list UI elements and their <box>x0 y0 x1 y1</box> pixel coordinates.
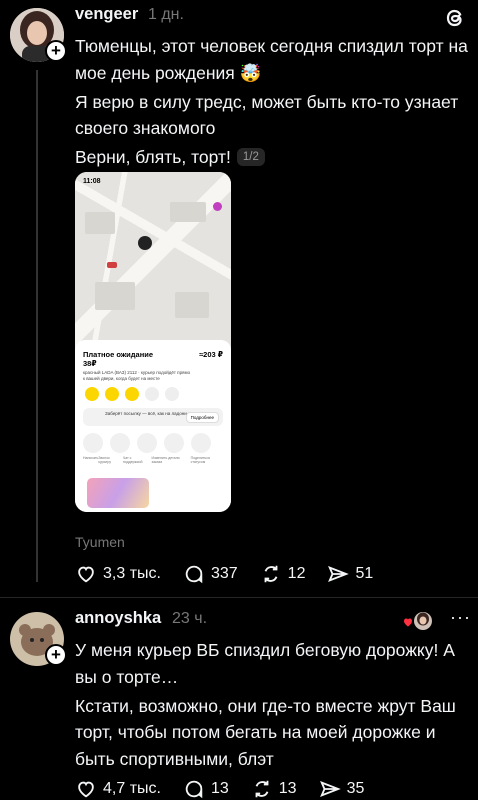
post1-paragraph-text: Верни, блять, торт! <box>75 147 231 167</box>
threads-logo-icon[interactable] <box>443 6 467 30</box>
courier-marker-icon <box>138 236 152 250</box>
repost-count: 13 <box>278 780 297 797</box>
map-building <box>95 282 135 310</box>
order-subtitle: красный LADA (ВАЗ) 2112 · курьер подойдё… <box>83 370 191 381</box>
like-button[interactable]: 3,3 тыс. <box>75 563 161 585</box>
post1-location[interactable]: Tyumen <box>75 534 125 550</box>
send-icon <box>328 565 350 583</box>
comment-icon <box>185 780 203 799</box>
heart-icon <box>78 566 94 583</box>
progress-dot <box>105 387 119 401</box>
share-button[interactable]: 35 <box>319 778 365 800</box>
progress-dot <box>165 387 179 401</box>
comment-icon <box>185 565 203 584</box>
repost-icon <box>255 780 269 798</box>
follow-plus-icon[interactable]: + <box>45 40 67 62</box>
comment-button[interactable]: 13 <box>183 778 229 800</box>
post1-paragraph: Тюменцы, этот человек сегодня спиздил то… <box>75 36 468 83</box>
repost-button[interactable]: 13 <box>251 778 297 800</box>
phone-status-time: 11:08 <box>83 178 101 185</box>
circle-label: Написать <box>83 456 99 460</box>
action-circles <box>83 433 218 453</box>
follow-plus-icon[interactable]: + <box>45 644 67 666</box>
share-count: 35 <box>346 780 365 797</box>
progress-dot <box>125 387 139 401</box>
progress-dot <box>85 387 99 401</box>
support-circle-icon <box>137 433 157 453</box>
comment-count: 13 <box>210 780 229 797</box>
post2-actions: 4,7 тыс. 13 13 35 <box>75 778 386 800</box>
liked-by-author-indicator <box>402 612 438 630</box>
post1-paragraph: Верни, блять, торт! 1/2 <box>75 144 470 171</box>
post1-text: Тюменцы, этот человек сегодня спиздил то… <box>75 33 470 173</box>
circle-label: Чат с поддержкой <box>122 456 143 464</box>
like-button[interactable]: 4,7 тыс. <box>75 778 161 800</box>
share-count: 51 <box>355 565 374 582</box>
share-circle-icon <box>191 433 211 453</box>
circle-label: Изменить детали заказа <box>151 456 180 464</box>
map-building <box>175 292 209 318</box>
media-counter: 1/2 <box>236 148 265 166</box>
share-button[interactable]: 51 <box>327 563 373 585</box>
post2-paragraph: У меня курьер ВБ спиздил беговую дорожку… <box>75 640 455 687</box>
poi-marker-icon <box>213 202 222 211</box>
post1-username[interactable]: vengeer <box>75 5 138 24</box>
map-view <box>75 172 231 352</box>
edit-circle-icon <box>164 433 184 453</box>
pickup-text: Заберёт посылку — всё, как на ладони <box>105 411 187 416</box>
phone-circle-icon <box>110 433 130 453</box>
pickup-button: Подробнее <box>185 412 219 423</box>
thread-line <box>36 70 38 582</box>
progress-dot <box>145 387 159 401</box>
send-icon <box>319 780 341 798</box>
post1-paragraph: Я верю в силу тредс, может быть кто-то у… <box>75 91 459 139</box>
post2-time: 23 ч. <box>172 610 208 627</box>
pickup-row: Заберёт посылку — всё, как на ладони Под… <box>83 408 223 426</box>
circle-label: Поделиться статусом <box>190 456 210 464</box>
map-building <box>170 202 206 222</box>
like-count: 3,3 тыс. <box>103 565 161 582</box>
post1-media-image[interactable]: 11:08 Платное ожидание 38₽ ≈203 ₽ красны… <box>75 172 231 512</box>
progress-dots <box>85 387 185 401</box>
payment-card-image <box>87 478 149 508</box>
divider <box>0 597 478 598</box>
like-count: 4,7 тыс. <box>103 780 161 797</box>
circle-label: Звонок курьеру <box>98 456 112 464</box>
comment-button[interactable]: 337 <box>183 563 238 585</box>
chat-circle-icon <box>83 433 103 453</box>
action-circle-labels: Написать Звонок курьеру Чат с поддержкой… <box>79 456 229 464</box>
order-title: Платное ожидание 38₽ <box>83 350 154 368</box>
post1-actions: 3,3 тыс. 337 12 51 <box>75 563 395 585</box>
comment-count: 337 <box>210 565 238 582</box>
post1-time: 1 дн. <box>148 6 184 23</box>
heart-filled-icon <box>404 618 412 627</box>
more-options-icon[interactable]: ··· <box>450 608 470 628</box>
order-price: ≈203 ₽ <box>199 350 223 359</box>
repost-count: 12 <box>287 565 306 582</box>
heart-icon <box>78 781 94 798</box>
repost-icon <box>264 565 278 583</box>
order-sheet: Платное ожидание 38₽ ≈203 ₽ красный LADA… <box>75 340 231 512</box>
repost-button[interactable]: 12 <box>260 563 306 585</box>
post2-paragraph: Кстати, возможно, они где-то вместе жрут… <box>75 695 456 769</box>
car-marker-icon <box>107 262 117 268</box>
map-building <box>85 212 115 234</box>
post2-username[interactable]: annoyshka <box>75 609 161 628</box>
post2-text: У меня курьер ВБ спиздил беговую дорожку… <box>75 637 470 775</box>
author-mini-avatar <box>414 612 432 630</box>
